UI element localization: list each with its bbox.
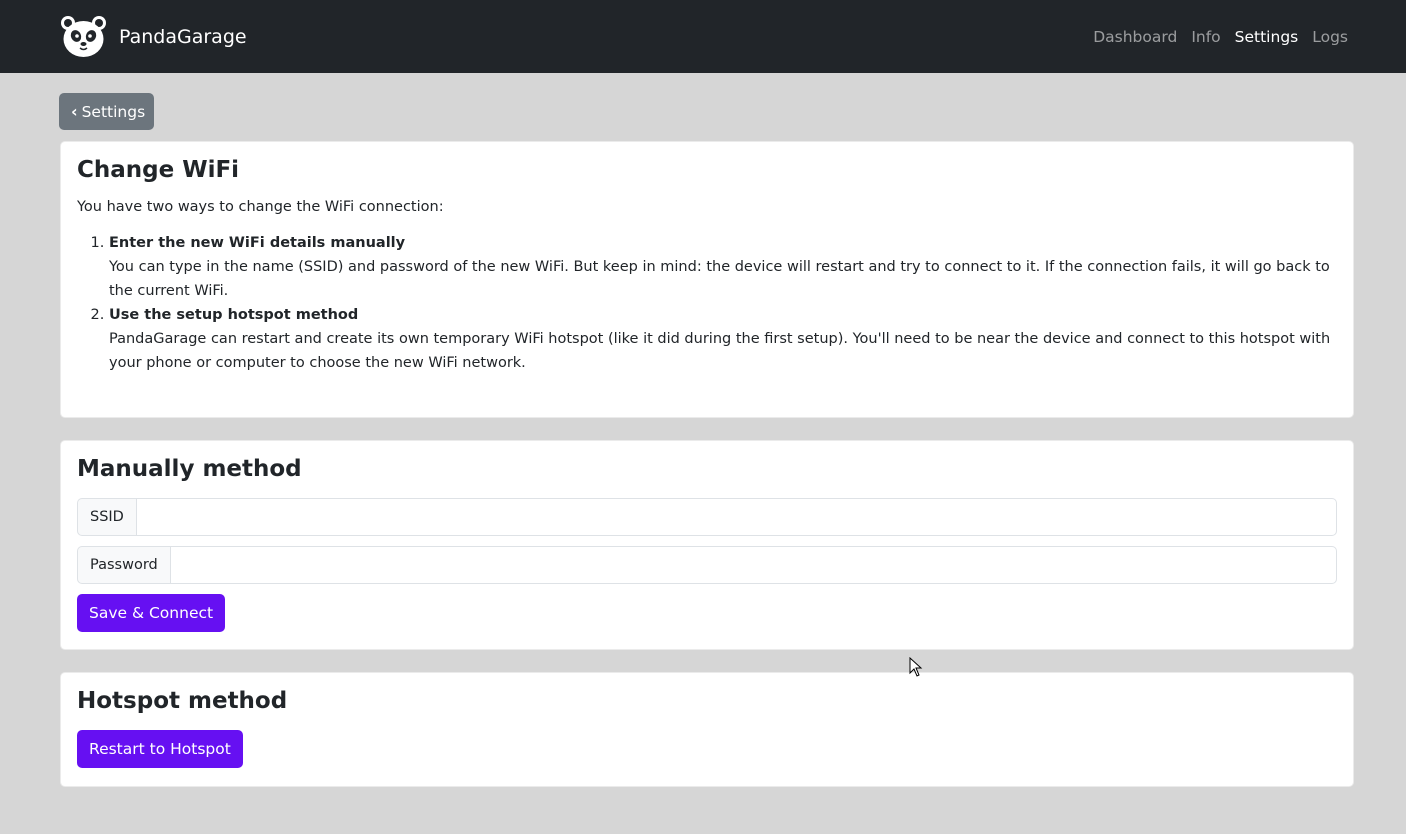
password-input[interactable] [169,545,1337,584]
chevron-left-icon: ‹ [71,102,78,121]
nav-links: Dashboard Info Settings Logs [1093,28,1348,46]
change-wifi-intro: You have two ways to change the WiFi con… [77,198,444,215]
method-title: Use the setup hotspot method [109,306,359,323]
list-item: Enter the new WiFi details manually You … [109,231,1337,303]
ssid-input[interactable] [135,497,1337,536]
method-description: PandaGarage can restart and create its o… [109,330,1331,371]
change-wifi-card: Change WiFi You have two ways to change … [60,141,1354,418]
nav-link-dashboard[interactable]: Dashboard [1093,28,1177,46]
hotspot-method-card: Hotspot method Restart to Hotspot [60,672,1354,787]
password-label: Password [77,545,170,584]
main-content: ‹ Settings Change WiFi You have two ways… [0,73,1406,787]
method-title: Enter the new WiFi details manually [109,234,406,251]
brand-name: PandaGarage [119,25,247,48]
password-input-group: Password [77,545,1337,584]
save-connect-button[interactable]: Save & Connect [77,593,226,632]
brand[interactable]: PandaGarage [60,15,247,58]
nav-link-info[interactable]: Info [1191,28,1220,46]
change-wifi-title: Change WiFi [77,157,240,183]
list-item: Use the setup hotspot method PandaGarage… [109,303,1337,375]
ssid-label: SSID [77,497,136,536]
back-to-settings-button[interactable]: ‹ Settings [59,93,154,130]
mouse-cursor-icon [909,657,923,677]
manual-method-title: Manually method [77,456,302,482]
back-button-label: Settings [81,102,146,121]
methods-list: Enter the new WiFi details manually You … [77,231,1337,375]
top-navbar: PandaGarage Dashboard Info Settings Logs [0,0,1406,73]
manual-method-card: Manually method SSID Password Save & Con… [60,440,1354,650]
nav-link-logs[interactable]: Logs [1312,28,1348,46]
hotspot-method-title: Hotspot method [77,688,288,714]
restart-to-hotspot-button[interactable]: Restart to Hotspot [77,729,243,768]
panda-logo-icon [61,16,106,57]
nav-link-settings[interactable]: Settings [1235,28,1299,46]
ssid-input-group: SSID [77,497,1337,536]
method-description: You can type in the name (SSID) and pass… [109,258,1330,299]
